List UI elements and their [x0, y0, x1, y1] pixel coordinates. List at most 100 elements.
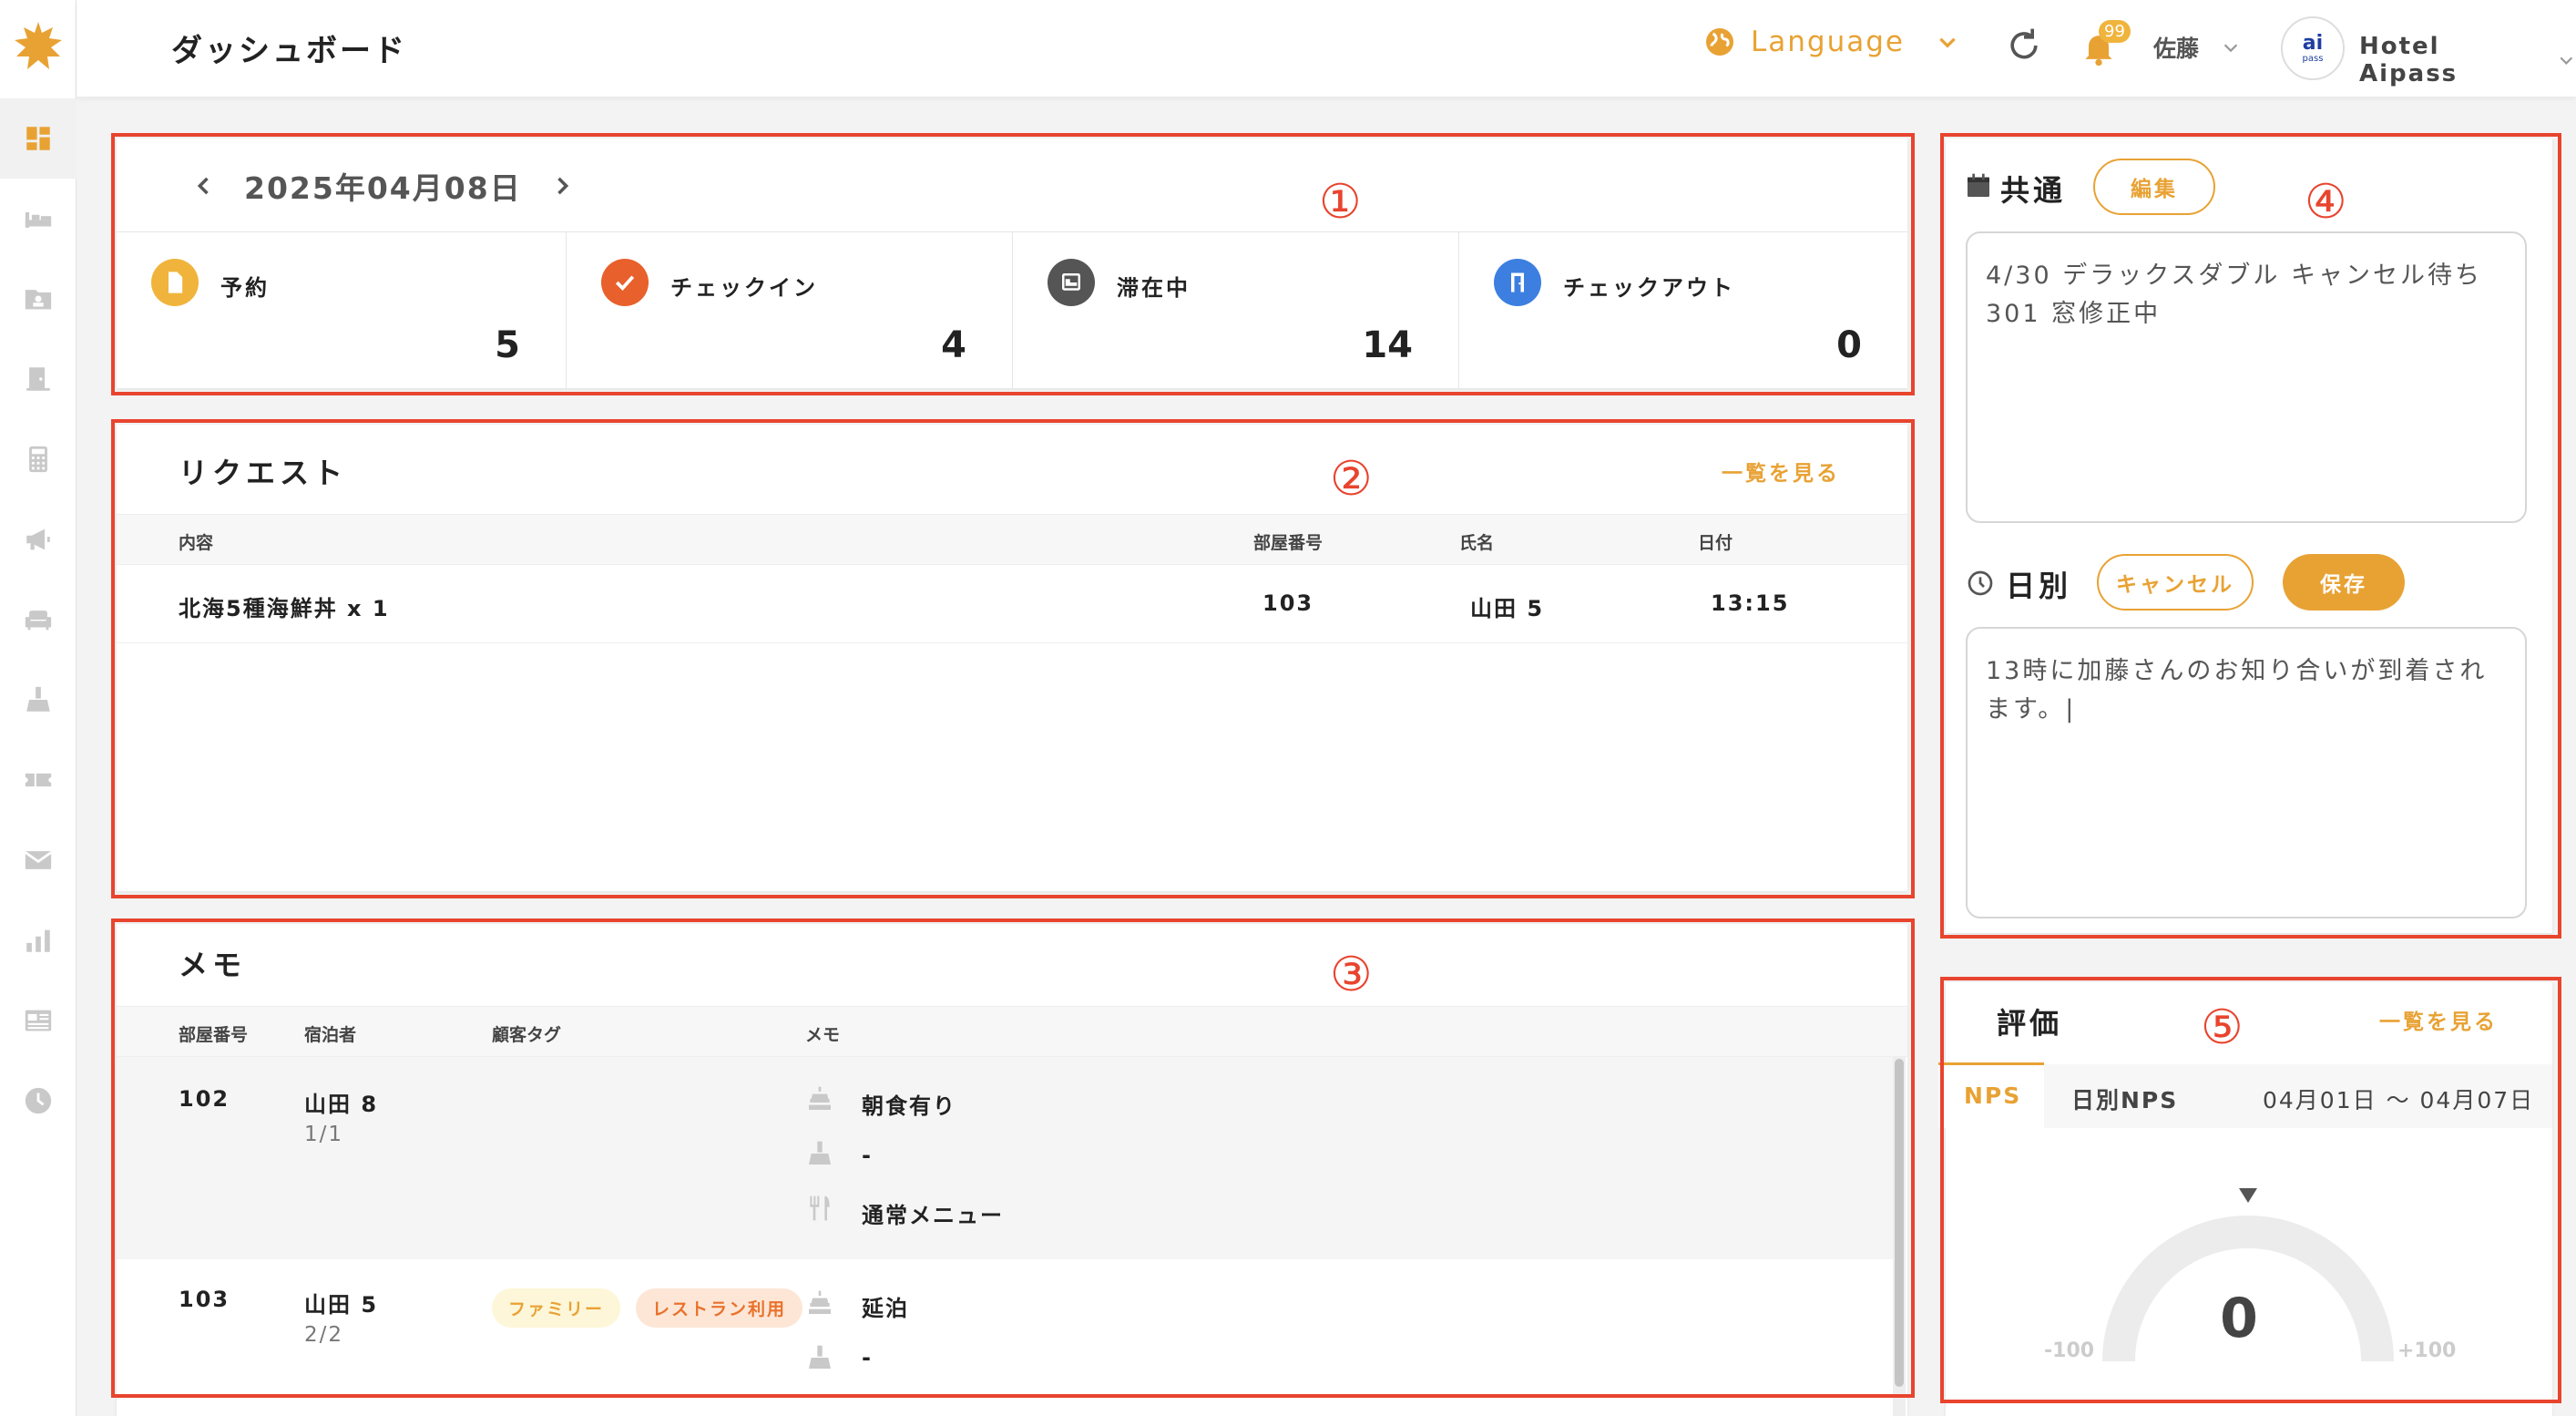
gauge-max-label: +100: [2397, 1339, 2457, 1362]
memo-guest: 山田 8: [304, 1092, 379, 1117]
cleaning-icon: [809, 1141, 831, 1165]
requests-view-all-link[interactable]: 一覧を見る: [1722, 456, 1840, 487]
sidebar-item-checkout[interactable]: [0, 339, 77, 419]
daily-notes-textarea[interactable]: 13時に加藤さんのお知り合いが到着されます。|: [1966, 627, 2527, 918]
hotel-avatar[interactable]: ai pass: [2281, 16, 2345, 80]
chevron-down-icon: [1939, 37, 1956, 48]
common-notes-textarea[interactable]: 4/30 デラックスダブル キャンセル待ち 301 窓修正中: [1966, 231, 2527, 523]
tab-daily-nps[interactable]: 日別NPS: [2071, 1083, 2178, 1115]
memo-room: 103: [179, 1287, 230, 1312]
column-header: 顧客タグ: [492, 1025, 562, 1045]
mail-icon: [25, 851, 52, 869]
customer-tag: レストラン利用: [636, 1288, 803, 1328]
sidebar: [0, 0, 77, 1416]
stat-label: 予約: [220, 275, 270, 301]
sidebar-item-cleaning[interactable]: [0, 660, 77, 740]
clock-icon: [1968, 570, 1993, 596]
sidebar-item-history[interactable]: [0, 1061, 77, 1141]
bed-icon: [25, 211, 52, 228]
stat-value: 14: [1362, 324, 1413, 366]
logo-sun-icon[interactable]: [13, 20, 64, 71]
table-row[interactable]: 102 山田 8 1/1 朝食有り - 通常メニュー: [117, 1057, 1893, 1259]
exit-door-icon: [1494, 259, 1541, 306]
column-header: 氏名: [1459, 533, 1495, 553]
megaphone-icon: [26, 528, 50, 550]
chevron-right-icon[interactable]: [549, 173, 575, 199]
sidebar-item-rooms[interactable]: [0, 179, 77, 259]
annotation-number-2: ②: [1330, 452, 1373, 507]
chevron-down-icon: [2560, 56, 2573, 65]
sidebar-item-billing[interactable]: [0, 419, 77, 499]
cleaning-icon: [26, 686, 50, 712]
hotel-logo-text: ai: [2302, 31, 2324, 55]
ratings-title: 評価: [1997, 1006, 2063, 1041]
memo-room: 102: [179, 1086, 230, 1112]
stat-staying[interactable]: 滞在中 14: [1013, 231, 1459, 388]
cleaning-icon: [809, 1345, 831, 1369]
memo-text: 朝食有り: [862, 1093, 956, 1119]
document-icon: [151, 259, 199, 306]
stat-label: チェックアウト: [1563, 275, 1735, 301]
annotation-number-4: ④: [2305, 175, 2347, 230]
request-room: 103: [1262, 590, 1314, 616]
memo-text: 通常メニュー: [862, 1203, 1004, 1228]
breakfast-icon: [809, 1086, 831, 1110]
user-menu[interactable]: 佐藤: [2153, 31, 2241, 64]
memo-text: -: [862, 1143, 873, 1168]
column-header: 部屋番号: [179, 1025, 249, 1045]
check-icon: [601, 259, 649, 306]
hotel-logo-sub: pass: [2302, 53, 2324, 64]
sofa-icon: [25, 611, 52, 631]
memo-text: -: [862, 1345, 873, 1370]
stat-checkin[interactable]: チェックイン 4: [567, 231, 1013, 388]
column-header: 部屋番号: [1253, 533, 1324, 553]
table-row[interactable]: 103 山田 5 2/2 ファミリー レストラン利用 延泊 -: [117, 1259, 1893, 1416]
chevron-left-icon[interactable]: [191, 173, 217, 199]
stat-label: チェックイン: [670, 275, 818, 301]
column-header: 内容: [179, 533, 214, 553]
scrollbar-track[interactable]: [1893, 1057, 1906, 1416]
stat-checkout[interactable]: チェックアウト 0: [1459, 231, 1907, 388]
date-navigator: 2025年04月08日: [191, 164, 575, 208]
guest-folder-icon: [25, 290, 52, 310]
sidebar-item-reports[interactable]: [0, 900, 77, 980]
stat-label: 滞在中: [1117, 275, 1191, 301]
save-button[interactable]: 保存: [2283, 554, 2405, 611]
bar-chart-icon: [26, 929, 50, 952]
sidebar-item-announcements[interactable]: [0, 499, 77, 580]
stat-value: 5: [495, 324, 520, 366]
memo-guest-count: 1/1: [304, 1123, 344, 1146]
stat-reservations[interactable]: 予約 5: [117, 231, 567, 388]
cancel-button[interactable]: キャンセル: [2097, 554, 2254, 611]
gauge-pointer-icon: [2239, 1188, 2257, 1203]
requests-table-header: 内容 部屋番号 氏名 日付: [117, 514, 1907, 565]
ticket-icon: [25, 773, 52, 787]
sidebar-item-dashboard[interactable]: [0, 98, 77, 179]
scrollbar-thumb[interactable]: [1895, 1059, 1904, 1387]
sidebar-item-guests[interactable]: [0, 259, 77, 339]
sidebar-item-messages[interactable]: [0, 820, 77, 900]
sidebar-item-facilities[interactable]: [0, 580, 77, 660]
language-selector[interactable]: Language: [1703, 26, 1959, 58]
request-time: 13:15: [1711, 590, 1790, 616]
calculator-icon: [29, 446, 47, 473]
table-row[interactable]: 北海5種海鮮丼 x 1 103 山田 5 13:15: [117, 565, 1907, 643]
current-date: 2025年04月08日: [244, 170, 522, 206]
hotel-name: Hotel Aipass: [2359, 33, 2458, 87]
sidebar-item-news[interactable]: [0, 980, 77, 1061]
sidebar-item-tickets[interactable]: [0, 740, 77, 820]
ratings-view-all-link[interactable]: 一覧を見る: [2379, 1004, 2498, 1035]
bed-icon: [1048, 259, 1095, 306]
breakfast-icon: [809, 1290, 831, 1314]
annotation-number-3: ③: [1330, 948, 1373, 1002]
clock-icon: [25, 1087, 52, 1114]
edit-button[interactable]: 編集: [2093, 159, 2215, 215]
annotation-number-5: ⑤: [2201, 1000, 2244, 1055]
customer-tag: ファミリー: [492, 1288, 621, 1328]
memo-text: 延泊: [862, 1296, 909, 1321]
notification-badge: 99: [2099, 20, 2131, 43]
daily-notes-title: 日別: [2006, 569, 2072, 603]
memo-title: メモ: [179, 948, 247, 982]
refresh-icon[interactable]: [2004, 26, 2044, 66]
hotel-menu[interactable]: Hotel Aipass: [2359, 33, 2576, 87]
